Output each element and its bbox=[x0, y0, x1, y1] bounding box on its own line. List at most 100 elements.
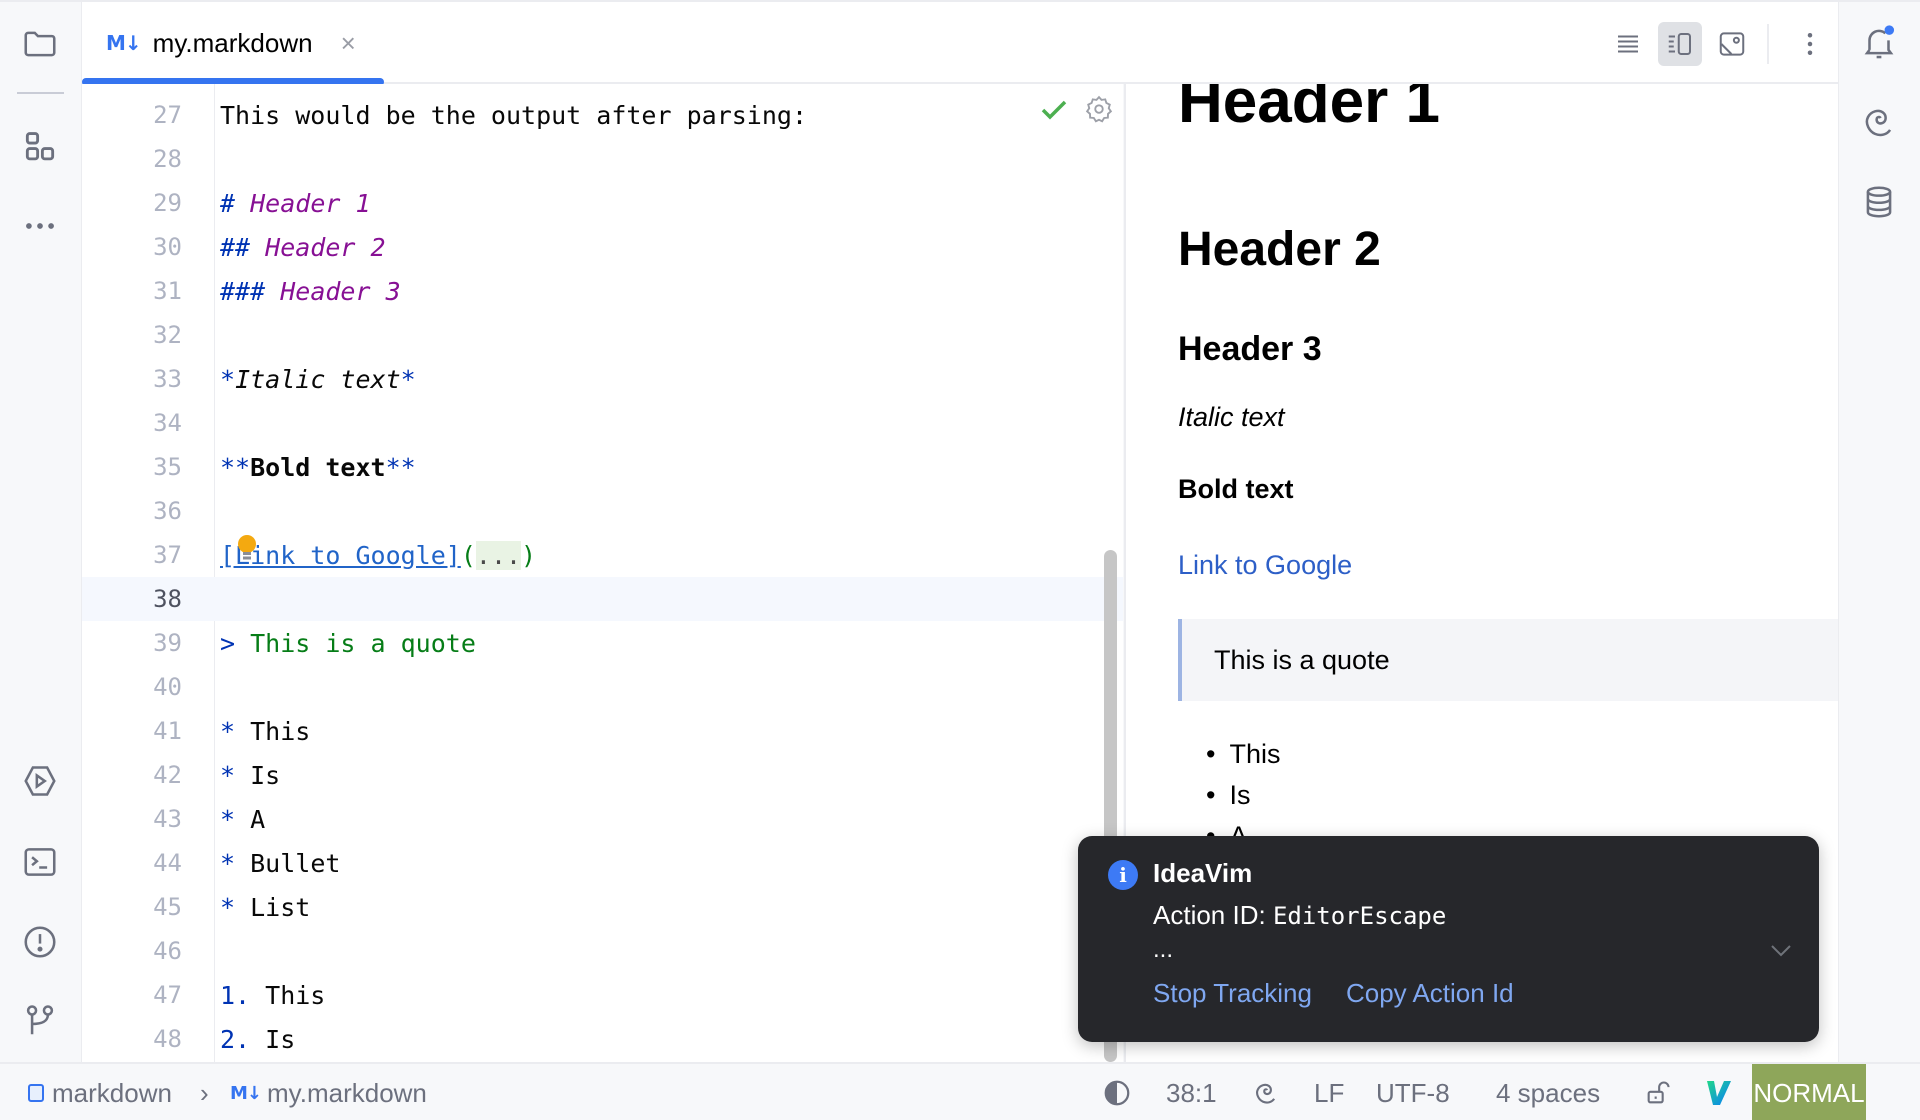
preview-only-button[interactable] bbox=[1710, 22, 1754, 66]
editor-and-preview-button[interactable] bbox=[1658, 22, 1702, 66]
editor-line[interactable]: 40 bbox=[82, 665, 1123, 709]
inspection-widget[interactable] bbox=[1040, 94, 1114, 124]
code-text: This would be the output after parsing: bbox=[220, 100, 807, 130]
editor-line[interactable]: 41 * This bbox=[82, 709, 1123, 753]
editor-line-current[interactable]: 38 bbox=[82, 577, 1123, 621]
editor-line[interactable]: 45 * List bbox=[82, 885, 1123, 929]
code-text: [Link to Google](...) bbox=[220, 540, 536, 570]
quote-text: This is a quote bbox=[250, 628, 476, 658]
italic-text: Italic text bbox=[235, 364, 401, 394]
line-number: 46 bbox=[153, 937, 182, 965]
quote-marker: > bbox=[220, 628, 251, 658]
settings-gear-icon[interactable] bbox=[1084, 94, 1114, 124]
line-separator[interactable]: LF bbox=[1314, 1064, 1344, 1120]
preview-italic-text: Italic text bbox=[1178, 402, 1285, 432]
tab-my-markdown[interactable]: M↓ my.markdown × bbox=[82, 2, 384, 86]
list-text: Is bbox=[265, 1024, 296, 1054]
editor-line[interactable]: 42 * Is bbox=[82, 753, 1123, 797]
ideavim-logo-icon[interactable] bbox=[1706, 1064, 1732, 1120]
editor-line[interactable]: 32 bbox=[82, 313, 1123, 357]
indent-setting[interactable]: 4 spaces bbox=[1496, 1064, 1600, 1120]
list-text: List bbox=[250, 892, 311, 922]
notification-badge bbox=[1884, 25, 1895, 35]
code-text: **Bold text** bbox=[220, 453, 416, 482]
line-number: 45 bbox=[153, 893, 182, 921]
terminal-icon[interactable] bbox=[20, 842, 60, 882]
image-preview-icon bbox=[1719, 32, 1745, 56]
git-icon[interactable] bbox=[20, 1000, 60, 1040]
editor-line[interactable]: 33 *Italic text* bbox=[82, 357, 1123, 401]
editor-line[interactable]: 39 > This is a quote bbox=[82, 621, 1123, 665]
line-number: 48 bbox=[153, 1025, 182, 1053]
ai-status-icon[interactable] bbox=[1252, 1064, 1280, 1120]
markdown-file-icon: M↓ bbox=[106, 31, 142, 55]
heading-text: Header 3 bbox=[280, 276, 401, 306]
project-folder-icon[interactable] bbox=[20, 24, 60, 64]
copy-action-id-link[interactable]: Copy Action Id bbox=[1346, 978, 1514, 1009]
theme-toggle-icon[interactable] bbox=[1102, 1064, 1132, 1120]
editor-line[interactable]: 48 2. Is bbox=[82, 1017, 1123, 1061]
markdown-file-icon: M↓ bbox=[230, 1082, 262, 1104]
preview-link[interactable]: Link to Google bbox=[1178, 550, 1352, 581]
more-options-button[interactable] bbox=[1788, 22, 1832, 66]
editor-line[interactable]: 47 1. This bbox=[82, 973, 1123, 1017]
expand-chevron-down-icon[interactable] bbox=[1770, 944, 1792, 958]
line-number: 41 bbox=[153, 717, 182, 745]
breadcrumb-project[interactable]: markdown bbox=[28, 1064, 172, 1120]
line-number: 44 bbox=[153, 849, 182, 877]
editor-line[interactable]: 43 * A bbox=[82, 797, 1123, 841]
structure-icon[interactable] bbox=[20, 127, 60, 167]
preview-header-3: Header 3 bbox=[1178, 330, 1322, 368]
info-icon: i bbox=[1108, 860, 1138, 890]
close-tab-icon[interactable]: × bbox=[341, 28, 356, 59]
problems-icon[interactable] bbox=[20, 922, 60, 962]
ideavim-notification: i IdeaVim Action ID: EditorEscape ... St… bbox=[1078, 836, 1819, 1042]
list-text: This bbox=[250, 716, 311, 746]
line-number: 34 bbox=[153, 409, 182, 437]
vim-mode-indicator[interactable]: NORMAL bbox=[1752, 1064, 1866, 1120]
code-text: # Header 1 bbox=[220, 189, 371, 218]
caret-position[interactable]: 38:1 bbox=[1166, 1064, 1217, 1120]
code-text: ### Header 3 bbox=[220, 277, 401, 306]
editor-line[interactable]: 36 bbox=[82, 489, 1123, 533]
preview-header-1: Header 1 bbox=[1178, 84, 1440, 136]
breadcrumb-file[interactable]: M↓ my.markdown bbox=[230, 1064, 427, 1120]
ai-assistant-icon[interactable] bbox=[1859, 102, 1899, 142]
stop-tracking-link[interactable]: Stop Tracking bbox=[1153, 978, 1312, 1009]
editor-only-button[interactable] bbox=[1606, 22, 1650, 66]
list-item: Is bbox=[1208, 775, 1280, 816]
link-paren: ( bbox=[460, 540, 476, 570]
editor-line[interactable]: 34 bbox=[82, 401, 1123, 445]
more-tools-icon[interactable] bbox=[20, 206, 60, 246]
vertical-dots-icon bbox=[1807, 33, 1813, 55]
editor-line[interactable]: 44 * Bullet bbox=[82, 841, 1123, 885]
left-tool-window-bar bbox=[0, 2, 82, 1062]
toolbar-divider bbox=[1767, 24, 1769, 64]
folded-url[interactable]: ... bbox=[475, 540, 522, 570]
breadcrumb-separator: › bbox=[200, 1077, 209, 1108]
code-text: * Is bbox=[220, 761, 280, 790]
editor-line[interactable]: 28 bbox=[82, 137, 1123, 181]
tab-label: my.markdown bbox=[152, 27, 313, 58]
line-number: 28 bbox=[153, 145, 182, 173]
run-icon[interactable] bbox=[20, 761, 60, 801]
editor-line[interactable]: 29 # Header 1 bbox=[82, 181, 1123, 225]
editor-line[interactable]: 30 ## Header 2 bbox=[82, 225, 1123, 269]
file-unlocked-icon[interactable] bbox=[1644, 1064, 1672, 1120]
notifications-icon[interactable] bbox=[1859, 22, 1899, 62]
editor-line[interactable]: 27 This would be the output after parsing… bbox=[82, 93, 1123, 137]
ordered-marker: 2. bbox=[220, 1024, 266, 1054]
database-icon[interactable] bbox=[1859, 182, 1899, 222]
markdown-editor[interactable]: 27 This would be the output after parsing… bbox=[82, 84, 1123, 1062]
bullet-marker: * bbox=[220, 760, 251, 790]
editor-line[interactable]: 46 bbox=[82, 929, 1123, 973]
intention-bulb-icon[interactable] bbox=[237, 534, 257, 564]
heading-text: Header 2 bbox=[265, 232, 386, 262]
left-bar-divider bbox=[17, 92, 64, 94]
code-text: 2. Is bbox=[220, 1025, 295, 1054]
editor-line[interactable]: 35 **Bold text** bbox=[82, 445, 1123, 489]
file-encoding[interactable]: UTF-8 bbox=[1376, 1064, 1450, 1120]
module-icon bbox=[28, 1084, 44, 1102]
line-number: 35 bbox=[153, 453, 182, 481]
editor-line[interactable]: 31 ### Header 3 bbox=[82, 269, 1123, 313]
